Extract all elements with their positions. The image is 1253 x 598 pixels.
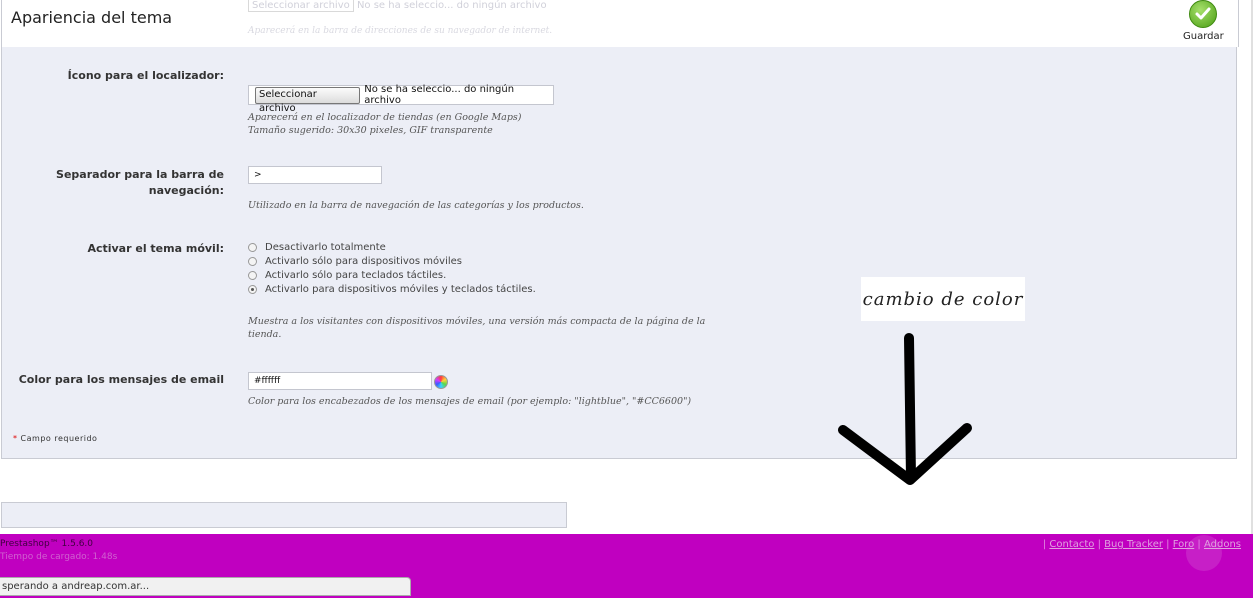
required-text: Campo requerido bbox=[20, 434, 98, 443]
footer-link-addons[interactable]: Addons bbox=[1204, 539, 1241, 550]
help-line: tienda. bbox=[248, 329, 282, 340]
radio-option[interactable]: Desactivarlo totalmente bbox=[248, 240, 536, 254]
faded-file-status: No se ha seleccio... do ningún archivo bbox=[356, 0, 547, 11]
check-icon bbox=[1189, 0, 1217, 28]
faded-file-button: Seleccionar archivo bbox=[248, 0, 354, 12]
nav-separator-input[interactable]: > bbox=[248, 166, 382, 184]
required-note: * Campo requerido bbox=[13, 434, 97, 443]
color-picker-icon[interactable] bbox=[434, 375, 448, 389]
footer-version: Prestashop™ 1.5.6.0 bbox=[0, 539, 94, 549]
down-arrow-icon bbox=[838, 333, 972, 485]
radio-button[interactable] bbox=[248, 256, 257, 266]
theme-appearance-header bbox=[1, 0, 1239, 47]
faded-help-text: Aparecerá en la barra de direcciones de … bbox=[248, 26, 553, 36]
radio-option[interactable]: Activarlo sólo para teclados táctiles. bbox=[248, 268, 536, 282]
radio-option[interactable]: Activarlo sólo para dispositivos móviles bbox=[248, 254, 536, 268]
radio-label: Desactivarlo totalmente bbox=[265, 241, 386, 253]
email-color-input[interactable]: #ffffff bbox=[248, 372, 432, 390]
footer-link-bug-tracker[interactable]: Bug Tracker bbox=[1104, 539, 1163, 550]
footer-links: | Contacto | Bug Tracker | Foro | Addons bbox=[1042, 539, 1241, 550]
file-status: No se ha seleccio... do ningún archivo bbox=[364, 84, 515, 106]
radio-button[interactable] bbox=[248, 270, 257, 280]
faded-file-input: Seleccionar archivo No se ha seleccio...… bbox=[248, 0, 547, 12]
mobile-theme-label: Activar el tema móvil: bbox=[87, 242, 224, 255]
email-color-help: Color para los encabezados de los mensaj… bbox=[248, 396, 692, 407]
label-line: Separador para la barra de bbox=[56, 168, 224, 181]
empty-panel bbox=[1, 502, 567, 528]
label-line: navegación: bbox=[148, 184, 224, 197]
locator-icon-label: Ícono para el localizador: bbox=[67, 69, 224, 82]
page-title: Apariencia del tema bbox=[11, 8, 173, 27]
radio-label: Activarlo sólo para dispositivos móviles bbox=[265, 255, 463, 267]
mobile-theme-help: Muestra a los visitantes con dispositivo… bbox=[248, 315, 708, 341]
nav-separator-help: Utilizado en la barra de navegación de l… bbox=[248, 200, 584, 211]
radio-button-selected[interactable] bbox=[248, 284, 257, 294]
radio-label: Activarlo sólo para teclados táctiles. bbox=[265, 269, 447, 281]
footer-link-contact[interactable]: Contacto bbox=[1049, 539, 1094, 550]
footer-link-forum[interactable]: Foro bbox=[1173, 539, 1195, 550]
nav-separator-label: Separador para la barra de navegación: bbox=[14, 167, 224, 199]
help-line: Aparecerá en el localizador de tiendas (… bbox=[248, 112, 522, 123]
required-star: * bbox=[13, 434, 18, 443]
help-line: Muestra a los visitantes con dispositivo… bbox=[248, 316, 706, 327]
save-label: Guardar bbox=[1183, 31, 1224, 42]
locator-icon-help: Aparecerá en el localizador de tiendas (… bbox=[248, 111, 522, 137]
mobile-theme-options: Desactivarlo totalmente Activarlo sólo p… bbox=[248, 240, 536, 296]
browser-status-bar: sperando a andreap.com.ar... bbox=[0, 577, 411, 596]
locator-icon-file-input[interactable]: Seleccionar archivo No se ha seleccio...… bbox=[248, 84, 554, 114]
radio-label: Activarlo para dispositivos móviles y te… bbox=[265, 283, 536, 295]
help-line: Tamaño sugerido: 30x30 pixeles, GIF tran… bbox=[248, 125, 493, 136]
radio-option[interactable]: Activarlo para dispositivos móviles y te… bbox=[248, 282, 536, 296]
radio-button[interactable] bbox=[248, 242, 257, 252]
select-file-button[interactable]: Seleccionar archivo bbox=[255, 86, 361, 114]
footer-load-time: Tiempo de cargado: 1.48s bbox=[0, 552, 118, 562]
save-button[interactable]: Guardar bbox=[1183, 0, 1224, 44]
email-color-label: Color para los mensajes de email bbox=[18, 373, 224, 386]
annotation-note: cambio de color bbox=[861, 277, 1025, 321]
